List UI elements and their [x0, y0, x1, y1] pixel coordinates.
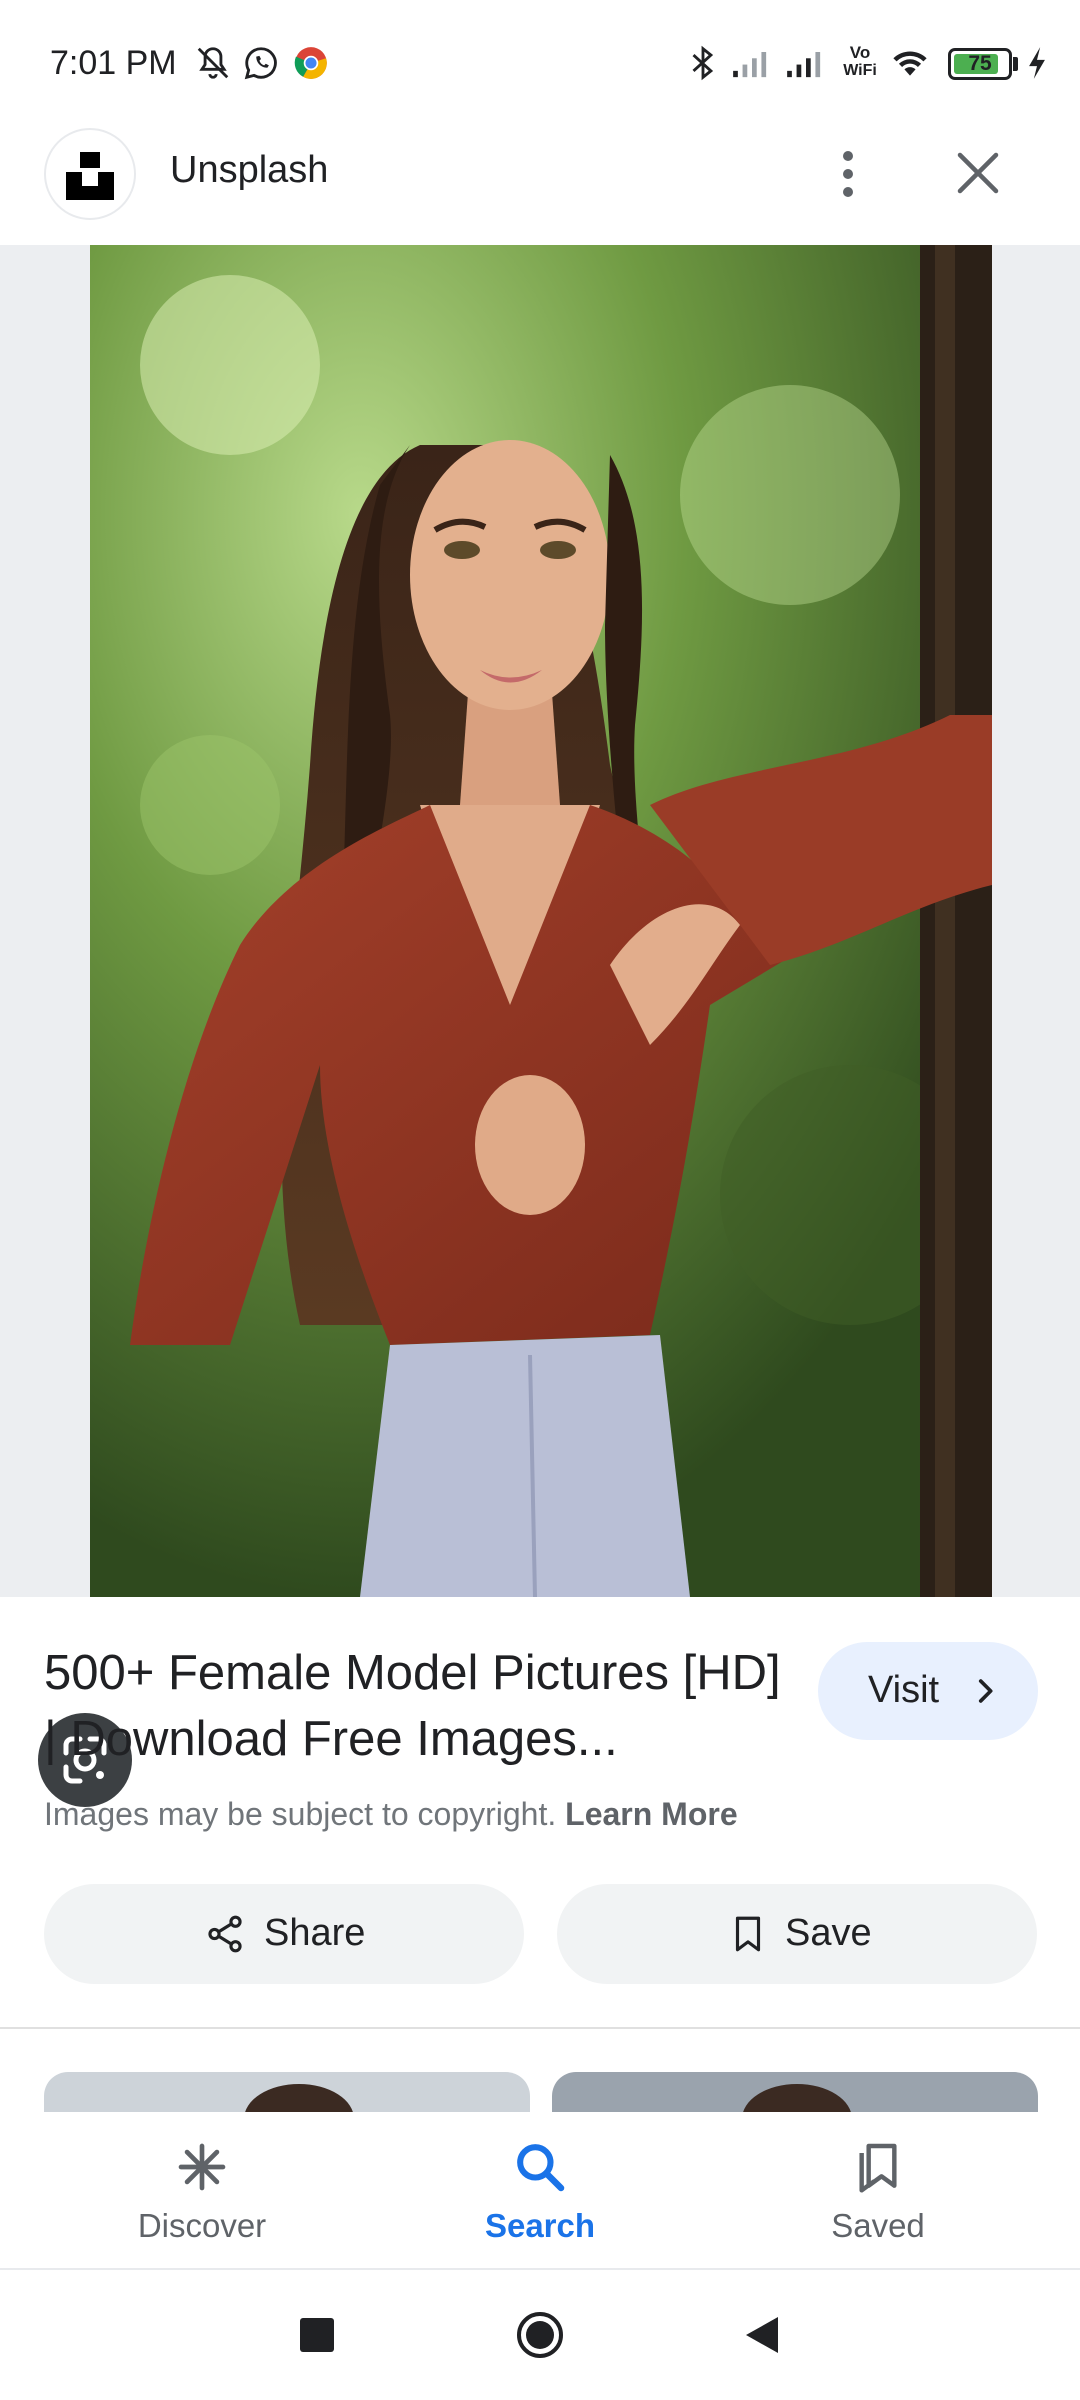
battery-percent: 75 [968, 52, 992, 75]
battery-icon: 75 [948, 48, 1012, 80]
thumbnail-preview [244, 2084, 354, 2112]
more-options-icon[interactable] [820, 139, 876, 209]
image-preview-area [0, 245, 1080, 1807]
thumbnail-preview [742, 2084, 852, 2112]
model-photo [90, 245, 992, 1597]
chevron-right-icon [978, 1679, 993, 1703]
nav-discover[interactable]: Discover [82, 2115, 322, 2270]
nav-search[interactable]: Search [420, 2115, 660, 2270]
share-button[interactable]: Share [44, 1884, 524, 1984]
mute-bell-icon [197, 47, 229, 79]
system-navigation-bar [0, 2270, 1080, 2400]
vowifi-icon: Vo WiFi [843, 43, 877, 80]
copyright-notice: Images may be subject to copyright. Lear… [44, 1796, 738, 1833]
visit-button[interactable]: Visit [818, 1642, 1038, 1740]
search-icon [517, 2144, 565, 2192]
related-image-thumbnail[interactable] [44, 2072, 530, 2112]
unsplash-logo[interactable] [44, 128, 136, 220]
home-icon[interactable] [515, 2310, 565, 2360]
charging-icon [1029, 47, 1045, 79]
close-icon[interactable] [950, 145, 1006, 201]
unsplash-icon [66, 152, 114, 200]
result-image[interactable] [90, 245, 992, 1597]
signal-icon [787, 52, 821, 78]
visit-label: Visit [868, 1669, 940, 1711]
battery-tip [1013, 57, 1018, 71]
recent-apps-icon[interactable] [292, 2310, 342, 2360]
status-bar: 7:01 PM Vo WiFi 75 [0, 0, 1080, 125]
nav-saved[interactable]: Saved [758, 2115, 998, 2270]
discover-icon [178, 2143, 226, 2191]
section-divider [0, 2027, 1080, 2029]
nav-label-discover: Discover [137, 2207, 267, 2244]
share-label: Share [264, 1912, 366, 1954]
share-icon [208, 1915, 242, 1953]
back-icon[interactable] [738, 2310, 788, 2360]
whatsapp-icon [244, 47, 277, 80]
save-label: Save [785, 1912, 872, 1954]
status-time: 7:01 PM [50, 44, 177, 82]
nav-label-search: Search [484, 2207, 596, 2244]
saved-icon [859, 2143, 897, 2193]
copyright-text: Images may be subject to copyright. [44, 1796, 557, 1832]
chrome-icon [294, 47, 327, 79]
bottom-navigation: Discover Search Saved [0, 2115, 1080, 2270]
save-button[interactable]: Save [557, 1884, 1037, 1984]
result-title[interactable]: 500+ Female Model Pictures [HD] | Downlo… [44, 1640, 784, 1772]
related-image-thumbnail[interactable] [552, 2072, 1038, 2112]
site-name[interactable]: Unsplash [170, 149, 328, 192]
learn-more-link[interactable]: Learn More [565, 1796, 737, 1832]
signal-icon [733, 52, 767, 78]
bluetooth-icon [692, 45, 714, 81]
nav-label-saved: Saved [831, 2207, 925, 2244]
wifi-icon [893, 51, 927, 76]
bookmark-icon [735, 1916, 761, 1952]
result-header: Unsplash [0, 125, 1080, 245]
